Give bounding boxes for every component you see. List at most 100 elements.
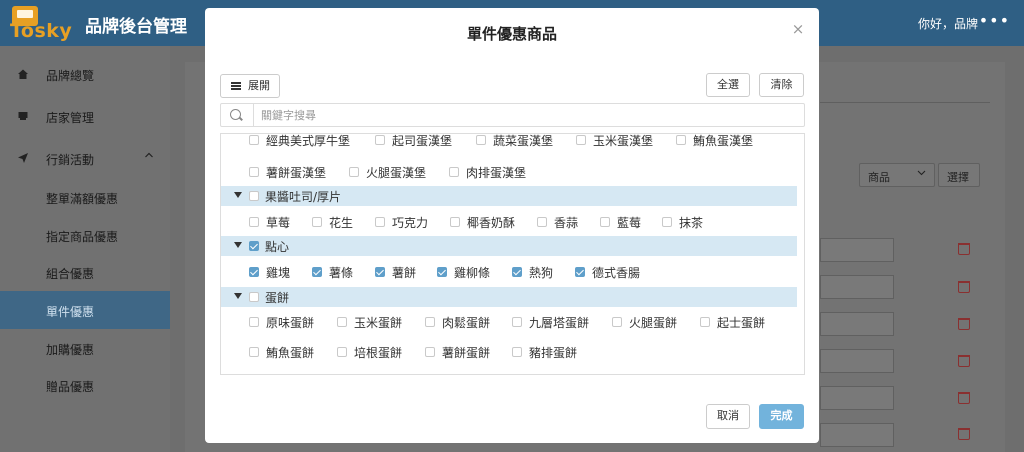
background-input[interactable]	[820, 312, 894, 336]
sidebar-item-marketing[interactable]: 行銷活動	[0, 139, 170, 177]
tree-item-label[interactable]: 經典美式厚牛堡	[266, 134, 350, 149]
trash-icon[interactable]	[958, 281, 970, 293]
checkbox[interactable]	[349, 167, 359, 177]
checkbox[interactable]	[375, 217, 385, 227]
sidebar-item-product-discount[interactable]: 指定商品優惠	[0, 216, 170, 254]
checkbox[interactable]	[425, 347, 435, 357]
select-all-button[interactable]: 全選	[706, 73, 750, 97]
user-greeting[interactable]: 你好，品牌	[918, 15, 978, 32]
checkbox[interactable]	[700, 317, 710, 327]
tree-item-label[interactable]: 火腿蛋漢堡	[366, 164, 426, 181]
trash-icon[interactable]	[958, 428, 970, 440]
checkbox[interactable]	[512, 267, 522, 277]
tree-item-label[interactable]: 起士蛋餅	[717, 314, 765, 331]
caret-down-icon[interactable]	[234, 242, 242, 248]
background-product-select[interactable]: 商品	[859, 163, 935, 187]
tree-item-label[interactable]: 豬排蛋餅	[529, 344, 577, 361]
tree-item-label[interactable]: 鮪魚蛋漢堡	[693, 134, 753, 149]
checkbox[interactable]	[375, 135, 385, 145]
background-input[interactable]	[820, 238, 894, 262]
tree-item-label[interactable]: 薯餅蛋漢堡	[266, 164, 326, 181]
checkbox[interactable]	[512, 317, 522, 327]
tree-item-label[interactable]: 雞柳條	[454, 264, 490, 281]
checkbox[interactable]	[312, 217, 322, 227]
checkbox[interactable]	[476, 135, 486, 145]
tree-item-label[interactable]: 起司蛋漢堡	[392, 134, 452, 149]
tree-category-row[interactable]: 點心	[221, 236, 797, 256]
tree-item-label[interactable]: 肉鬆蛋餅	[442, 314, 490, 331]
checkbox[interactable]	[676, 135, 686, 145]
background-input[interactable]	[820, 349, 894, 373]
checkbox[interactable]	[249, 317, 259, 327]
category-checkbox[interactable]	[249, 292, 259, 302]
background-input[interactable]	[820, 386, 894, 410]
scrollbar[interactable]	[797, 134, 804, 374]
tree-item-label[interactable]: 蔬菜蛋漢堡	[493, 134, 553, 149]
sidebar-item-combo-discount[interactable]: 組合優惠	[0, 253, 170, 291]
trash-icon[interactable]	[958, 318, 970, 330]
checkbox[interactable]	[512, 347, 522, 357]
tree-category-row[interactable]: 蛋餅	[221, 287, 797, 307]
checkbox[interactable]	[600, 217, 610, 227]
checkbox[interactable]	[425, 317, 435, 327]
tree-item-label[interactable]: 花生	[329, 214, 353, 231]
checkbox[interactable]	[662, 217, 672, 227]
tree-item-label[interactable]: 抹茶	[679, 214, 703, 231]
close-icon[interactable]: ×	[791, 22, 805, 37]
checkbox[interactable]	[249, 217, 259, 227]
tree-item-label[interactable]: 肉排蛋漢堡	[466, 164, 526, 181]
more-menu-icon[interactable]: •••	[979, 11, 1010, 30]
trash-icon[interactable]	[958, 392, 970, 404]
tree-item-label[interactable]: 培根蛋餅	[354, 344, 402, 361]
caret-down-icon[interactable]	[234, 192, 242, 198]
checkbox[interactable]	[249, 267, 259, 277]
tree-item-label[interactable]: 藍莓	[617, 214, 641, 231]
sidebar-item-stores[interactable]: 店家管理	[0, 97, 170, 135]
checkbox[interactable]	[576, 135, 586, 145]
trash-icon[interactable]	[958, 355, 970, 367]
caret-down-icon[interactable]	[234, 293, 242, 299]
checkbox[interactable]	[575, 267, 585, 277]
checkbox[interactable]	[337, 347, 347, 357]
checkbox[interactable]	[612, 317, 622, 327]
search-input[interactable]	[261, 106, 791, 124]
tree-item-label[interactable]: 椰香奶酥	[467, 214, 515, 231]
checkbox[interactable]	[249, 347, 259, 357]
clear-button[interactable]: 清除	[759, 73, 804, 97]
checkbox[interactable]	[312, 267, 322, 277]
sidebar-item-addon-discount[interactable]: 加購優惠	[0, 329, 170, 367]
done-button[interactable]: 完成	[759, 404, 804, 429]
checkbox[interactable]	[249, 167, 259, 177]
tree-item-label[interactable]: 原味蛋餅	[266, 314, 314, 331]
checkbox[interactable]	[449, 167, 459, 177]
category-checkbox[interactable]	[249, 191, 259, 201]
tree-item-label[interactable]: 火腿蛋餅	[629, 314, 677, 331]
tree-item-label[interactable]: 玉米蛋漢堡	[593, 134, 653, 149]
category-checkbox[interactable]	[249, 241, 259, 251]
checkbox[interactable]	[249, 135, 259, 145]
background-select-button[interactable]: 選擇	[938, 163, 980, 187]
tree-item-label[interactable]: 巧克力	[392, 214, 428, 231]
checkbox[interactable]	[450, 217, 460, 227]
tree-item-label[interactable]: 香蒜	[554, 214, 578, 231]
tree-item-label[interactable]: 熱狗	[529, 264, 553, 281]
tree-item-label[interactable]: 雞塊	[266, 264, 290, 281]
tree-item-label[interactable]: 薯餅蛋餅	[442, 344, 490, 361]
cancel-button[interactable]: 取消	[706, 404, 750, 429]
tree-item-label[interactable]: 薯餅	[392, 264, 416, 281]
tree-item-label[interactable]: 鮪魚蛋餅	[266, 344, 314, 361]
checkbox[interactable]	[437, 267, 447, 277]
sidebar-item-gift-discount[interactable]: 贈品優惠	[0, 366, 170, 404]
sidebar-item-order-discount[interactable]: 整單滿額優惠	[0, 178, 170, 216]
tree-item-label[interactable]: 九層塔蛋餅	[529, 314, 589, 331]
tree-item-label[interactable]: 玉米蛋餅	[354, 314, 402, 331]
checkbox[interactable]	[375, 267, 385, 277]
background-input[interactable]	[820, 423, 894, 447]
background-input[interactable]	[820, 275, 894, 299]
expand-button[interactable]: 展開	[220, 74, 280, 98]
tree-category-row[interactable]: 果醬吐司/厚片	[221, 186, 797, 206]
sidebar-item-single-discount[interactable]: 單件優惠	[0, 291, 170, 329]
tree-item-label[interactable]: 草莓	[266, 214, 290, 231]
tree-item-label[interactable]: 薯條	[329, 264, 353, 281]
checkbox[interactable]	[537, 217, 547, 227]
